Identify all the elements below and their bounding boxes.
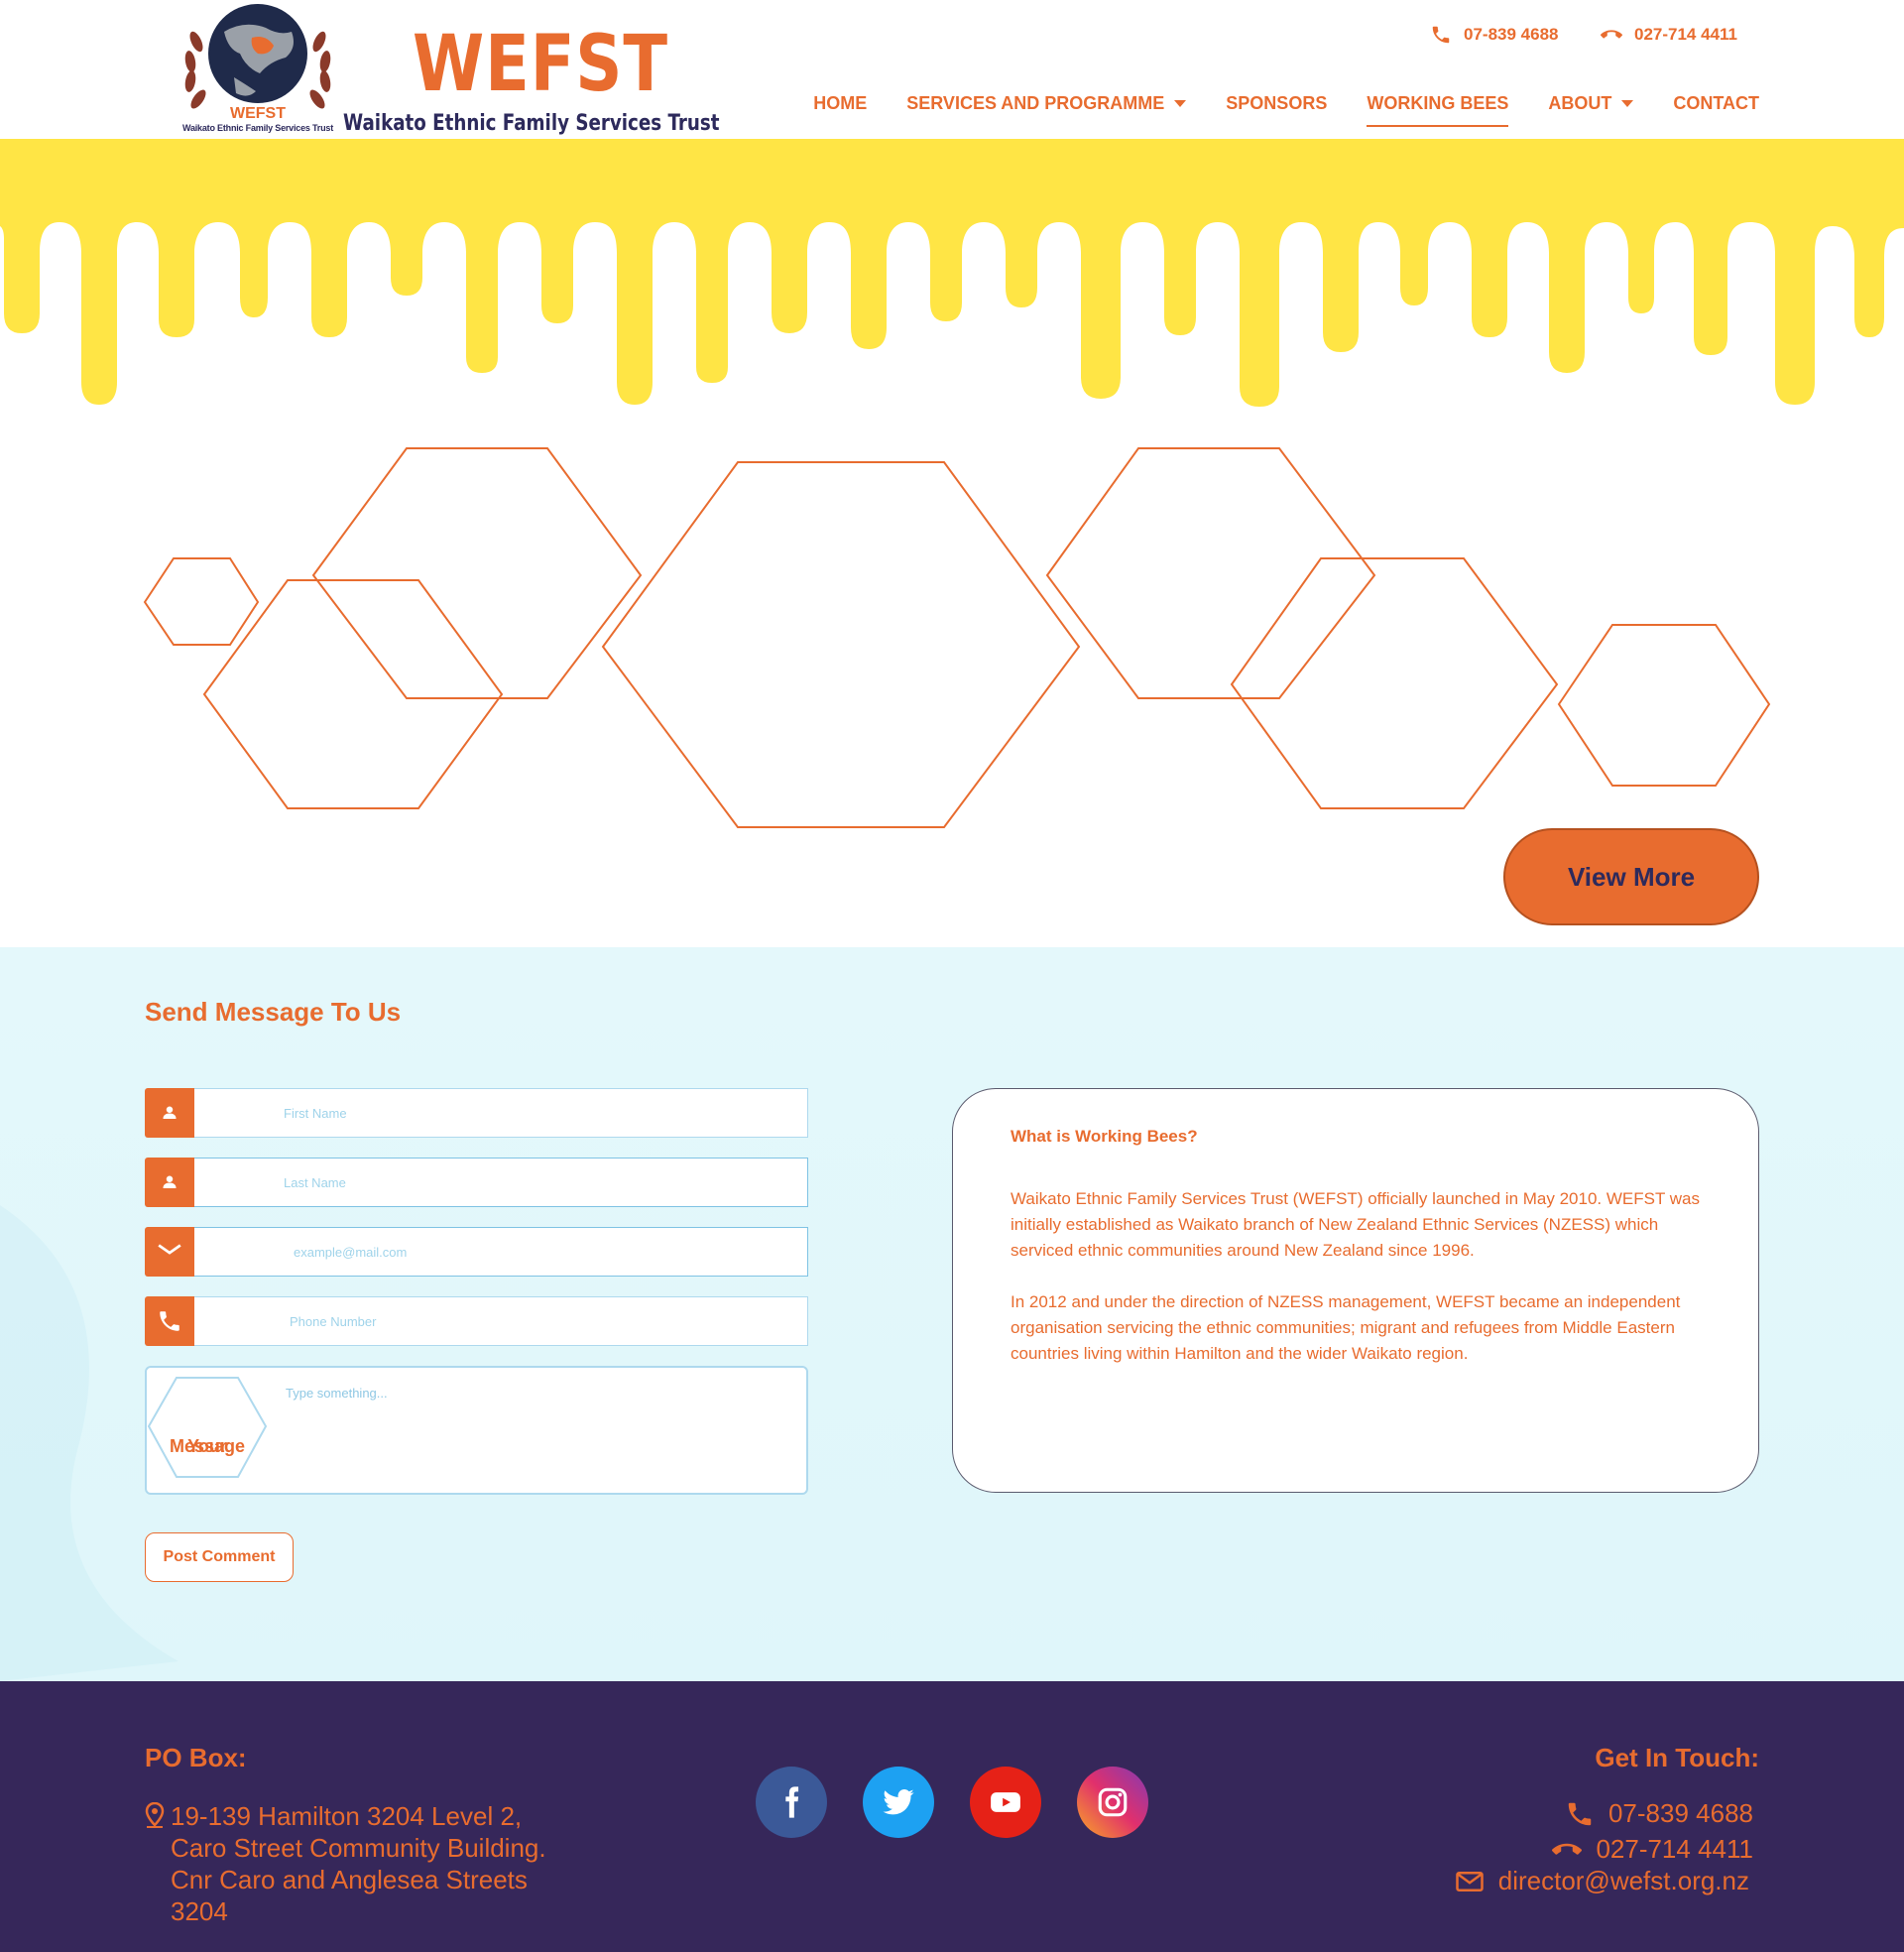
last-name-input[interactable] [194,1158,808,1207]
hexagon-frame[interactable] [1045,447,1376,699]
po-box-heading: PO Box: [145,1743,247,1772]
footer-email[interactable]: director@wefst.org.nz [1455,1866,1749,1896]
footer-phone-1[interactable]: 07-839 4688 [1565,1798,1753,1829]
nav-label: HOME [813,92,868,113]
phone-input[interactable] [194,1296,808,1346]
emblem-caption: Waikato Ethnic Family Services Trust [181,123,334,133]
facebook-icon [785,1786,799,1818]
view-more-button[interactable]: View More [1503,828,1759,925]
nav-item-working-bees[interactable]: WORKING BEES [1367,83,1509,127]
telephone-handset-icon [1601,30,1622,39]
footer-phone-1-text: 07-839 4688 [1607,1798,1753,1828]
envelope-icon [1455,1871,1484,1891]
youtube-link[interactable] [970,1767,1041,1838]
last-name-field [145,1158,808,1207]
phone-icon [1432,26,1450,44]
chevron-down-icon [1174,99,1187,107]
brand-subtitle: Waikato Ethnic Family Services Trust [343,111,720,136]
nav-item-sponsors[interactable]: SPONSORS [1226,83,1327,123]
message-section: Send Message To Us YourMessage Post [0,947,1904,1681]
info-card-heading: What is Working Bees? [1011,1127,1198,1146]
working-bees-info-card: What is Working Bees? Waikato Ethnic Fam… [952,1088,1759,1493]
telephone-handset-icon [1552,1843,1583,1855]
message-textarea[interactable] [286,1386,781,1475]
user-icon [145,1088,194,1138]
message-label-line-2: Message [169,1436,246,1456]
phone-field [145,1296,808,1346]
address-block: 19-139 Hamilton 3204 Level 2, Caro Stree… [145,1800,547,1927]
nav-item-contact[interactable]: CONTACT [1673,83,1759,123]
map-pin-icon [145,1802,165,1828]
site-header: WEFST Waikato Ethnic Family Services Tru… [0,0,1904,142]
nav-item-home[interactable]: HOME [813,83,867,123]
hexagon-gallery [143,447,1771,828]
instagram-link[interactable] [1077,1767,1148,1838]
header-phone-2[interactable]: 027-714 4411 [1601,24,1737,46]
header-phone-1[interactable]: 07-839 4688 [1430,24,1558,46]
info-card-paragraph-2: In 2012 and under the direction of NZESS… [1011,1292,1681,1363]
site-footer: PO Box: 19-139 Hamilton 3204 Level 2, Ca… [0,1681,1904,1952]
footer-phone-2-text: 027-714 4411 [1596,1834,1753,1864]
hexagon-frame[interactable] [1230,557,1559,809]
get-in-touch-heading: Get In Touch: [1595,1743,1759,1772]
honey-drip-banner [0,139,1904,407]
header-phone-1-text: 07-839 4688 [1464,25,1559,44]
nav-label: SERVICES AND PROGRAMME [906,92,1165,113]
twitter-icon [883,1789,914,1815]
nav-label: ABOUT [1548,92,1612,113]
nav-label: SPONSORS [1226,92,1328,113]
user-icon [145,1158,194,1207]
email-input[interactable] [194,1227,808,1277]
nav-label: WORKING BEES [1367,92,1509,113]
footer-phone-2[interactable]: 027-714 4411 [1552,1834,1753,1865]
nav-label: CONTACT [1673,92,1759,113]
hexagon-frame[interactable] [1557,624,1771,787]
hexagon-frame[interactable] [143,557,260,646]
first-name-field [145,1088,808,1138]
twitter-link[interactable] [863,1767,934,1838]
youtube-icon [991,1792,1020,1812]
header-phone-2-text: 027-714 4411 [1634,25,1737,44]
info-card-paragraph-1: Waikato Ethnic Family Services Trust (WE… [1011,1189,1701,1260]
email-field [145,1227,808,1277]
form-title: Send Message To Us [145,997,402,1027]
social-links [756,1767,1148,1838]
nav-item-about[interactable]: ABOUT [1548,83,1634,123]
footer-email-text: director@wefst.org.nz [1497,1866,1749,1895]
phone-icon [1568,1802,1592,1825]
main-nav: HOME SERVICES AND PROGRAMME SPONSORS WOR… [813,83,1759,127]
facebook-link[interactable] [756,1767,827,1838]
nav-item-services[interactable]: SERVICES AND PROGRAMME [906,83,1187,123]
phone-icon [145,1296,194,1346]
message-box: Your Message [145,1366,808,1495]
hexagon-frame[interactable] [601,461,1081,828]
chevron-down-icon [1621,99,1634,107]
brand-title[interactable]: WEFST [413,26,668,103]
emblem-short-title: WEFST [230,105,286,122]
address-text: 19-139 Hamilton 3204 Level 2, Caro Stree… [171,1801,546,1926]
message-label: Your Message [147,1374,268,1483]
post-comment-button[interactable]: Post Comment [145,1532,294,1582]
instagram-icon [1098,1787,1128,1817]
envelope-icon [145,1227,194,1277]
first-name-input[interactable] [194,1088,808,1138]
